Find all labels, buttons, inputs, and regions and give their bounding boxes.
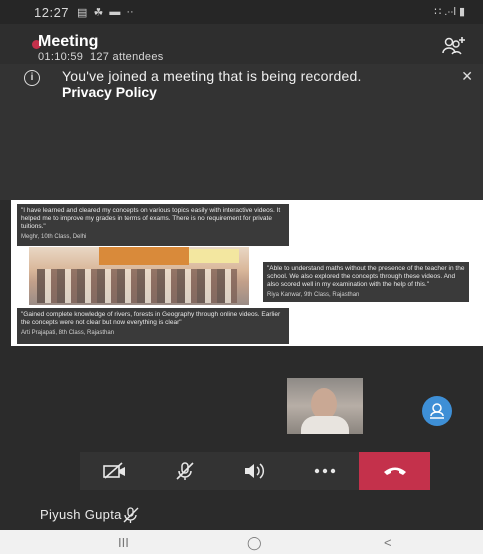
status-time: 12:27: [34, 4, 70, 20]
close-icon[interactable]: ✕: [461, 68, 473, 85]
quote-text: "Able to understand maths without the pr…: [267, 265, 465, 288]
mic-muted-icon: [123, 507, 139, 523]
recent-apps-button[interactable]: III: [118, 535, 129, 550]
more-notifications-icon: ··: [126, 6, 134, 18]
message-icon: ▬: [109, 6, 121, 18]
person-icon: [430, 403, 444, 419]
meeting-elapsed: 01:10:59: [38, 51, 84, 63]
testimonial-quote: "Gained complete knowledge of rivers, fo…: [17, 308, 289, 344]
phone-hangup-icon: [383, 467, 406, 475]
back-button[interactable]: <: [384, 535, 392, 550]
recording-banner: i You've joined a meeting that is being …: [0, 64, 483, 200]
info-icon: i: [24, 70, 40, 86]
attendee-count: 127 attendees: [89, 51, 164, 63]
event-photo: [29, 247, 249, 305]
gallery-icon: ▤: [77, 6, 88, 19]
quote-text: "I have learned and cleared my concepts …: [21, 207, 281, 230]
system-nav-bar: III ◯ <: [0, 530, 483, 554]
privacy-policy-link[interactable]: Privacy Policy: [62, 84, 157, 100]
add-people-icon[interactable]: [441, 35, 467, 57]
speaker-icon: [245, 463, 265, 479]
quote-author: Arti Prajapati, 8th Class, Rajasthan: [21, 330, 115, 336]
meeting-title: Meeting: [38, 33, 99, 50]
testimonial-quote: "I have learned and cleared my concepts …: [17, 204, 289, 246]
camera-toggle-button[interactable]: [80, 452, 150, 490]
notification-icons: ▤ ☘ ▬ ··: [77, 6, 134, 19]
more-options-button[interactable]: [290, 452, 360, 490]
speaker-button[interactable]: [220, 452, 290, 490]
status-bar: 12:27 ▤ ☘ ▬ ·· ∷ .∙∙l ▮: [0, 0, 483, 24]
mic-off-icon: [176, 462, 194, 480]
hang-up-button[interactable]: [359, 452, 430, 490]
signal-battery-icon: ∷ .∙∙l ▮: [434, 6, 465, 18]
camera-off-icon: [103, 462, 125, 479]
meeting-header: Meeting 01:10:59 127 attendees: [0, 24, 483, 64]
shared-screen: "I have learned and cleared my concepts …: [11, 200, 483, 346]
home-button[interactable]: ◯: [247, 535, 262, 551]
app-notification-icon: ☘: [93, 6, 104, 19]
participant-avatar-button[interactable]: [422, 396, 452, 426]
testimonial-quote: "Able to understand maths without the pr…: [263, 262, 469, 302]
mic-toggle-button[interactable]: [150, 452, 220, 490]
participant-name: Piyush Gupta: [40, 507, 122, 522]
more-icon: [314, 468, 336, 474]
meeting-info: 01:10:59 127 attendees: [38, 51, 164, 63]
quote-text: "Gained complete knowledge of rivers, fo…: [21, 311, 281, 326]
quote-author: Riya Kanwar, 9th Class, Rajasthan: [267, 292, 360, 298]
recording-message: You've joined a meeting that is being re…: [62, 68, 362, 84]
quote-author: Meghr, 10th Class, Delhi: [21, 234, 87, 240]
participant-video[interactable]: [287, 378, 363, 434]
